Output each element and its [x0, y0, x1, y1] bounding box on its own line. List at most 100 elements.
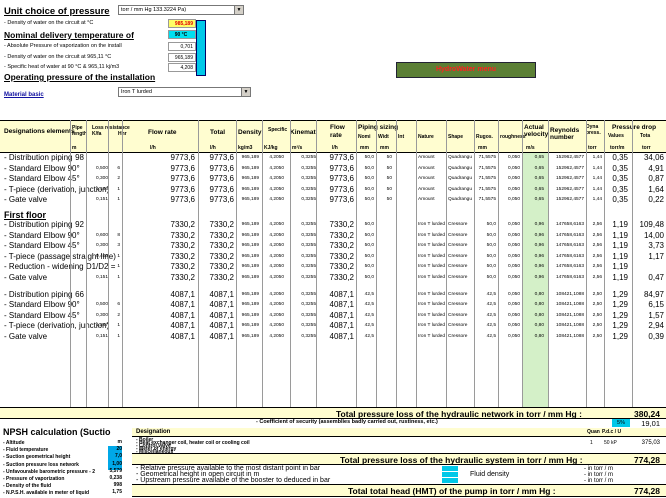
cell-rey: 152962,4577 [555, 186, 584, 192]
cell-k[interactable]: 0,403 [86, 252, 108, 262]
designation-quantity[interactable]: 1 [590, 441, 593, 446]
cell-rey: 108421,1088 [555, 302, 584, 308]
cell-pipe[interactable]: 66 [70, 290, 84, 300]
cell-pipe[interactable] [70, 195, 84, 205]
cell-ro: 0,050 [507, 243, 520, 249]
cell-pipe[interactable]: 92 [70, 220, 84, 230]
cell-h[interactable]: 2 [108, 311, 120, 321]
cell-pipe[interactable] [70, 164, 84, 174]
coefficient-percent[interactable]: 5% [612, 419, 630, 427]
cell-h[interactable]: 1 [108, 332, 120, 342]
cell-pipe[interactable]: 98 [70, 153, 84, 163]
cell-k[interactable] [86, 153, 108, 163]
bottom-row-input[interactable] [442, 466, 458, 471]
cell-tot: 7330,2 [209, 251, 234, 261]
cell-k[interactable]: 1,136 [86, 185, 108, 195]
cell-dens: 965,189 [241, 243, 259, 249]
table-row: - Distribution piping 98 9773,6 9773,6 965,1… [0, 153, 666, 164]
cell-desc: - Distribution piping [4, 289, 73, 299]
cell-k[interactable]: 0,151 [86, 332, 108, 342]
cell-h[interactable]: 1 [108, 252, 120, 262]
cell-h[interactable]: 1 [108, 195, 120, 205]
header-designation: Designations elements [4, 128, 75, 135]
cell-k[interactable]: 0,300 [86, 174, 108, 184]
cell-k[interactable]: 0,151 [86, 195, 108, 205]
cell-tot: 7330,2 [209, 220, 234, 229]
designation-value: 375,03 [641, 440, 660, 446]
cell-k[interactable] [86, 220, 108, 230]
cell-pipe[interactable] [70, 174, 84, 184]
cell-k[interactable]: 0,500 [86, 164, 108, 174]
cell-rug: 71,5575 [478, 165, 496, 171]
unit-choice-dropdown[interactable]: torr / mm Hg 133.3224 Pa) ▼ [118, 5, 244, 15]
bottom-row-input[interactable] [442, 478, 458, 483]
chevron-down-icon[interactable]: ▼ [234, 6, 243, 14]
cell-h[interactable] [108, 153, 120, 163]
cell-k[interactable]: 0,300 [86, 311, 108, 321]
cell-pipe[interactable] [70, 241, 84, 251]
nominal-temp-field[interactable]: 90 °C [168, 30, 196, 39]
cell-shape: Cressore [448, 222, 468, 227]
cell-h[interactable]: 6 [108, 300, 120, 310]
cell-h[interactable]: 1 [108, 321, 120, 331]
cell-pipe[interactable] [70, 185, 84, 195]
cell-pipe[interactable] [70, 332, 84, 342]
cell-flow: 4087,1 [329, 289, 354, 299]
cell-v: 1,29 [612, 289, 628, 299]
cell-h[interactable]: 2 [108, 174, 120, 184]
cell-vel: 0,96 [534, 222, 544, 227]
header-width: Widt [378, 134, 389, 140]
cell-pipe[interactable] [70, 311, 84, 321]
cell-k[interactable] [86, 262, 108, 272]
cell-h[interactable]: 1 [108, 273, 120, 283]
header-actual-velocity: Actual velocity [524, 124, 549, 138]
cell-h[interactable]: 8 [108, 231, 120, 241]
cell-tot: 4087,1 [209, 310, 234, 320]
bottom-row-input[interactable] [442, 472, 458, 477]
cell-mat: Iron T lurded [418, 243, 446, 249]
cell-h[interactable]: 1 [108, 262, 120, 272]
cell-sp: 4,2050 [269, 275, 284, 280]
cell-flow: 9773,6 [329, 153, 354, 162]
cell-k[interactable]: 0,151 [86, 273, 108, 283]
cell-flow: 4087,1 [329, 310, 354, 320]
cell-pipe[interactable] [70, 231, 84, 241]
cell-n2: 50 [386, 176, 392, 182]
cell-pipe[interactable] [70, 300, 84, 310]
cell-pipe[interactable] [70, 273, 84, 283]
cell-kin: 0,3255 [301, 312, 316, 318]
cell-rey: 108421,1088 [555, 291, 584, 297]
cell-h[interactable]: 3 [108, 241, 120, 251]
table-row: - T-piece (derivation, junction) 1,136 1 97… [0, 185, 666, 196]
cell-kin: 0,3255 [301, 334, 316, 339]
cell-dens: 965,189 [241, 232, 259, 238]
column-divider [86, 120, 87, 410]
material-dropdown[interactable]: Iron T lurded ▼ [118, 87, 251, 97]
cell-pipe[interactable] [70, 252, 84, 262]
cell-pipe[interactable] [70, 262, 84, 272]
cell-h[interactable] [108, 290, 120, 300]
cell-t: 109,48 [639, 220, 664, 229]
cell-k[interactable]: 1,267 [86, 321, 108, 331]
unit-label: torr/m [610, 145, 625, 151]
cell-k[interactable]: 0,300 [86, 241, 108, 251]
cell-pipe[interactable] [70, 321, 84, 331]
cell-k[interactable]: 0,500 [86, 300, 108, 310]
cell-mat: Iron T lurded [418, 253, 446, 259]
cell-desc: - Standard Elbow 45° [4, 174, 80, 184]
cell-h[interactable]: 1 [108, 185, 120, 195]
cell-h[interactable]: 6 [108, 164, 120, 174]
hydrowater-menu-button[interactable]: HydroWater menu [396, 62, 536, 78]
cell-mat: Iron T lurded [418, 302, 446, 308]
cell-k[interactable] [86, 290, 108, 300]
unit-label: m/s [526, 145, 535, 151]
cell-fr: 4087,1 [170, 310, 195, 320]
cell-sp: 4,2050 [269, 155, 284, 160]
cell-v: 1,19 [612, 241, 628, 251]
cell-h[interactable] [108, 220, 120, 230]
cell-ro: 0,050 [507, 323, 520, 329]
cell-k[interactable]: 0,600 [86, 231, 108, 241]
cell-sp: 4,2050 [269, 186, 284, 192]
cell-vel: 0,80 [534, 302, 544, 308]
chevron-down-icon[interactable]: ▼ [241, 88, 250, 96]
